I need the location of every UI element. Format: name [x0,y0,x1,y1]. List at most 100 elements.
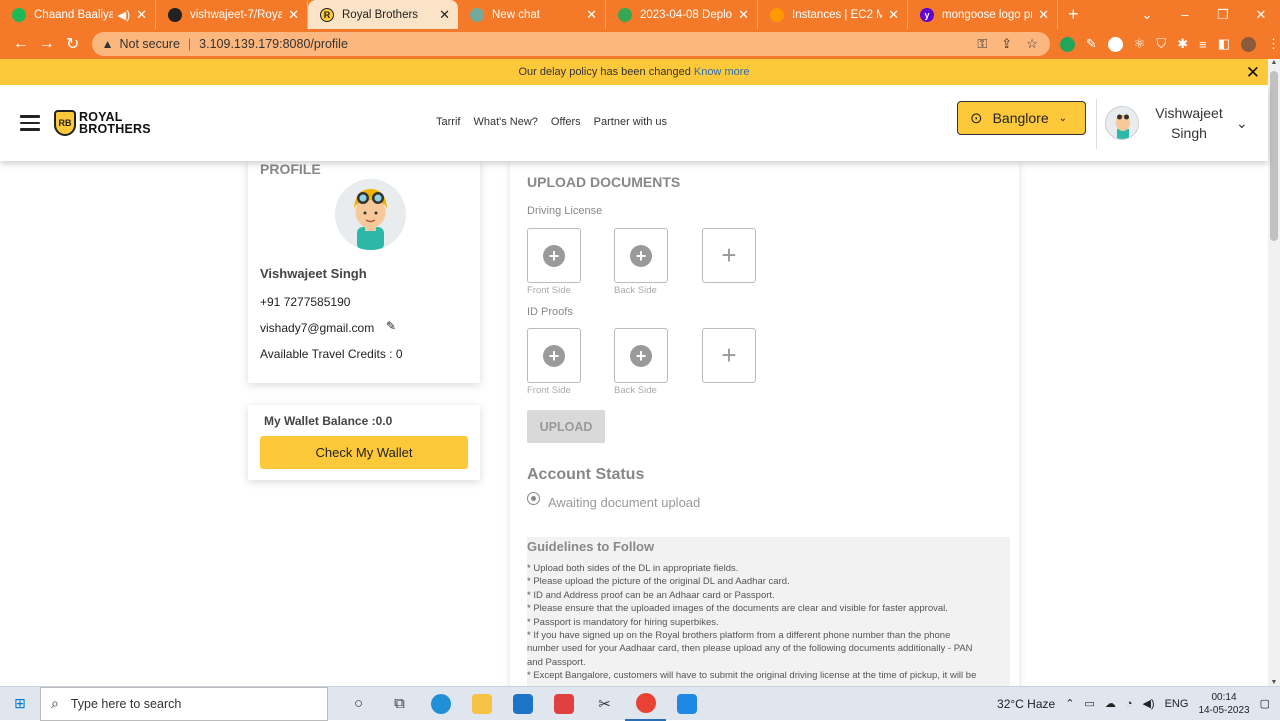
minimize-icon[interactable]: – [1166,7,1204,23]
new-tab-button[interactable]: + [1058,4,1089,25]
shield-icon[interactable]: ⛉ [1156,36,1166,52]
react-icon[interactable]: ⚛ [1134,36,1146,52]
driving-license-label: Driving License [527,205,603,217]
close-icon[interactable]: ✕ [888,7,899,23]
tab-label: vishwajeet-7/Royal_B [190,8,282,21]
tab-ec2[interactable]: Instances | EC2 Mana ✕ [758,0,908,29]
key-icon[interactable]: ⚿ [977,36,987,52]
language[interactable]: ENG [1165,698,1189,710]
nav-partner[interactable]: Partner with us [594,116,667,128]
dl-front-upload[interactable]: + [527,228,581,283]
task-view-icon[interactable]: ⧉ [379,687,420,721]
weather[interactable]: 32°C Haze [997,697,1055,711]
sidepanel-icon[interactable]: ◧ [1218,36,1230,52]
tab-chatgpt[interactable]: New chat ✕ [458,0,606,29]
user-last-name: Singh [1171,125,1207,141]
warning-icon: ▲ [101,37,114,51]
tab-royal-brothers[interactable]: R Royal Brothers ✕ [308,0,458,29]
guideline-line: * Except Bangalore, customers will have … [527,670,977,682]
forward-icon[interactable]: → [34,35,60,53]
logo-line-2: BROTHERS [79,122,151,136]
reading-list-icon[interactable]: ≡ [1199,37,1207,52]
star-icon[interactable]: ☆ [1026,36,1038,52]
logo[interactable]: RB ROYAL BROTHERS [54,110,151,136]
tab-drive[interactable]: 2023-04-08 Deployme ✕ [606,0,758,29]
cloud-icon[interactable]: ☁ [1105,697,1116,710]
close-icon[interactable]: ✕ [1246,63,1260,83]
audio-icon[interactable]: ◀) [117,8,130,22]
address-bar[interactable]: ▲ Not secure | 3.109.139.179:8080/profil… [91,32,1050,56]
aws-icon [770,7,784,22]
travel-credits: Available Travel Credits : 0 [260,347,403,361]
scroll-thumb[interactable] [1270,71,1278,241]
edge-icon[interactable] [420,687,461,721]
clock[interactable]: 00:14 14-05-2023 [1198,691,1249,717]
volume-icon[interactable]: ◀) [1142,697,1154,710]
nav-whats-new[interactable]: What's New? [473,116,537,128]
puzzle-icon[interactable]: ✱ [1177,36,1188,52]
id-add-upload[interactable]: + [702,328,756,383]
time: 00:14 [1211,691,1237,703]
id-front-upload[interactable]: + [527,328,581,383]
close-window-icon[interactable]: ✕ [1242,7,1280,23]
account-status-title: Account Status [527,466,645,483]
chrome-icon[interactable] [625,687,666,721]
share-icon[interactable]: ⇪ [1001,36,1012,52]
guidelines-title: Guidelines to Follow [527,539,655,554]
guideline-line: * ID and Address proof can be an Adhaar … [527,589,775,601]
know-more-link[interactable]: Know more [694,66,750,78]
gift-icon[interactable] [543,687,584,721]
snipping-tool-icon[interactable]: ✂ [584,687,625,721]
profile-name: Vishwajeet Singh [260,266,367,281]
menu-icon[interactable]: ⋮ [1267,36,1280,52]
hamburger-menu-icon[interactable] [20,111,40,135]
vscode-icon[interactable] [666,687,707,721]
check-wallet-button[interactable]: Check My Wallet [260,436,468,469]
wallet-balance: My Wallet Balance :0.0 [264,414,393,428]
chevron-down-icon: ⌄ [1058,112,1068,124]
taskbar-search[interactable]: ⌕ Type here to search [40,686,328,721]
close-icon[interactable]: ✕ [439,7,450,23]
maximize-icon[interactable]: ❐ [1204,7,1242,23]
formula-icon[interactable] [1107,36,1123,52]
city-selector[interactable]: ⊙ Banglore ⌄ [957,101,1086,135]
nav-offers[interactable]: Offers [551,116,581,128]
wifi-icon[interactable]: ◔ [1126,698,1133,710]
edit-pencil-icon[interactable]: ✎ [386,319,396,333]
dl-back-upload[interactable]: + [614,228,668,283]
tray-chevron-icon[interactable]: ⌃ [1065,697,1074,710]
page-scrollbar[interactable]: ▲ ▼ [1268,59,1280,686]
dl-add-upload[interactable]: + [702,228,756,283]
close-icon[interactable]: ✕ [738,7,749,23]
profile-avatar[interactable] [1240,36,1256,52]
close-icon[interactable]: ✕ [136,7,147,23]
back-icon[interactable]: ← [8,35,34,53]
id-back-upload[interactable]: + [614,328,668,383]
close-icon[interactable]: ✕ [288,7,299,23]
tab-spotify[interactable]: Chaand Baaliyan - ◀) ✕ [0,0,156,29]
close-icon[interactable]: ✕ [1038,7,1049,23]
guideline-line: * Upload both sides of the DL in appropr… [527,563,739,574]
close-icon[interactable]: ✕ [586,7,597,23]
notifications-icon[interactable]: ▢ [1260,697,1270,710]
reload-icon[interactable]: ↻ [60,34,86,54]
mail-icon[interactable] [502,687,543,721]
pen-icon[interactable]: ✎ [1086,36,1097,52]
scroll-up-icon[interactable]: ▲ [1268,59,1280,66]
tab-label: Chaand Baaliyan - [34,8,113,21]
windows-start-icon[interactable]: ⊞ [0,695,40,712]
plus-icon: + [721,240,737,270]
cortana-icon[interactable]: ○ [338,687,379,721]
scroll-down-icon[interactable]: ▼ [1268,679,1280,686]
tab-github[interactable]: vishwajeet-7/Royal_B ✕ [156,0,308,29]
profile-card: PROFILE Vishwajeet Singh +91 7277585190 … [248,161,480,383]
upload-button[interactable]: UPLOAD [527,410,605,443]
user-menu[interactable]: Vishwajeet Singh ⌄ [1105,103,1248,143]
file-explorer-icon[interactable] [461,687,502,721]
nav-tarrif[interactable]: Tarrif [436,116,460,128]
tab-label: mongoose logo png [942,8,1032,21]
battery-icon[interactable]: ▭ [1084,697,1094,710]
tab-search-icon[interactable]: ⌄ [1128,7,1166,23]
grammarly-icon[interactable] [1059,36,1075,52]
tab-yahoo[interactable]: y mongoose logo png ✕ [908,0,1058,29]
